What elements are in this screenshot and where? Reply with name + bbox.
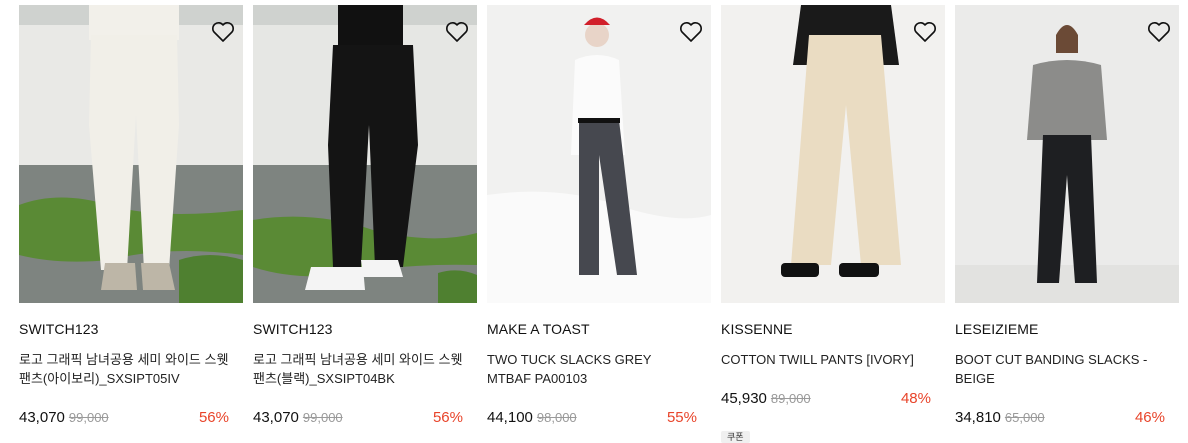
discount-rate: 55% xyxy=(666,409,697,426)
product-photo xyxy=(487,5,711,303)
discount-rate: 48% xyxy=(900,390,931,407)
discount-rate: 56% xyxy=(198,409,229,426)
original-price: 65,000 xyxy=(1004,410,1045,425)
product-brand[interactable]: MAKE A TOAST xyxy=(487,321,590,337)
product-price: 34,810 65,000 xyxy=(955,409,1045,426)
product-card[interactable]: MAKE A TOAST TWO TUCK SLACKS GREY MTBAF … xyxy=(487,5,711,426)
product-card[interactable]: KISSENNE COTTON TWILL PANTS [IVORY] 45,9… xyxy=(721,5,945,443)
wishlist-heart-icon[interactable] xyxy=(445,21,469,43)
product-image[interactable] xyxy=(19,5,243,303)
wishlist-heart-icon[interactable] xyxy=(1147,21,1171,43)
product-price: 43,070 99,000 xyxy=(19,409,109,426)
product-card[interactable]: SWITCH123 로고 그래픽 남녀공용 세미 와이드 스웻 팬츠(아이보리)… xyxy=(19,5,243,426)
product-brand[interactable]: LESEIZIEME xyxy=(955,321,1038,337)
product-card[interactable]: LESEIZIEME BOOT CUT BANDING SLACKS - BEI… xyxy=(955,5,1179,426)
product-grid: SWITCH123 로고 그래픽 남녀공용 세미 와이드 스웻 팬츠(아이보리)… xyxy=(19,5,1179,443)
product-photo xyxy=(721,5,945,303)
sale-price: 44,100 xyxy=(487,409,533,426)
original-price: 98,000 xyxy=(536,410,577,425)
product-card[interactable]: SWITCH123 로고 그래픽 남녀공용 세미 와이드 스웻 팬츠(블랙)_S… xyxy=(253,5,477,426)
product-brand[interactable]: SWITCH123 xyxy=(19,321,98,337)
coupon-badge: 쿠폰 xyxy=(721,431,750,443)
product-name[interactable]: COTTON TWILL PANTS [IVORY] xyxy=(721,350,931,369)
wishlist-heart-icon[interactable] xyxy=(913,21,937,43)
product-name[interactable]: 로고 그래픽 남녀공용 세미 와이드 스웻 팬츠(아이보리)_SXSIPT05I… xyxy=(19,350,229,388)
product-photo xyxy=(955,5,1179,303)
sale-price: 43,070 xyxy=(253,409,299,426)
sale-price: 45,930 xyxy=(721,390,767,407)
original-price: 99,000 xyxy=(302,410,343,425)
product-price: 43,070 99,000 xyxy=(253,409,343,426)
product-photo xyxy=(19,5,243,303)
discount-rate: 56% xyxy=(432,409,463,426)
product-brand[interactable]: KISSENNE xyxy=(721,321,793,337)
product-price: 45,930 89,000 xyxy=(721,390,811,407)
sale-price: 43,070 xyxy=(19,409,65,426)
discount-rate: 46% xyxy=(1134,409,1165,426)
product-image[interactable] xyxy=(955,5,1179,303)
product-name[interactable]: TWO TUCK SLACKS GREY MTBAF PA00103 xyxy=(487,350,697,388)
original-price: 99,000 xyxy=(68,410,109,425)
product-brand[interactable]: SWITCH123 xyxy=(253,321,332,337)
product-name[interactable]: BOOT CUT BANDING SLACKS - BEIGE xyxy=(955,350,1165,388)
product-image[interactable] xyxy=(721,5,945,303)
product-name[interactable]: 로고 그래픽 남녀공용 세미 와이드 스웻 팬츠(블랙)_SXSIPT04BK xyxy=(253,350,463,388)
product-photo xyxy=(253,5,477,303)
wishlist-heart-icon[interactable] xyxy=(679,21,703,43)
sale-price: 34,810 xyxy=(955,409,1001,426)
wishlist-heart-icon[interactable] xyxy=(211,21,235,43)
product-image[interactable] xyxy=(487,5,711,303)
original-price: 89,000 xyxy=(770,391,811,406)
product-image[interactable] xyxy=(253,5,477,303)
product-price: 44,100 98,000 xyxy=(487,409,577,426)
